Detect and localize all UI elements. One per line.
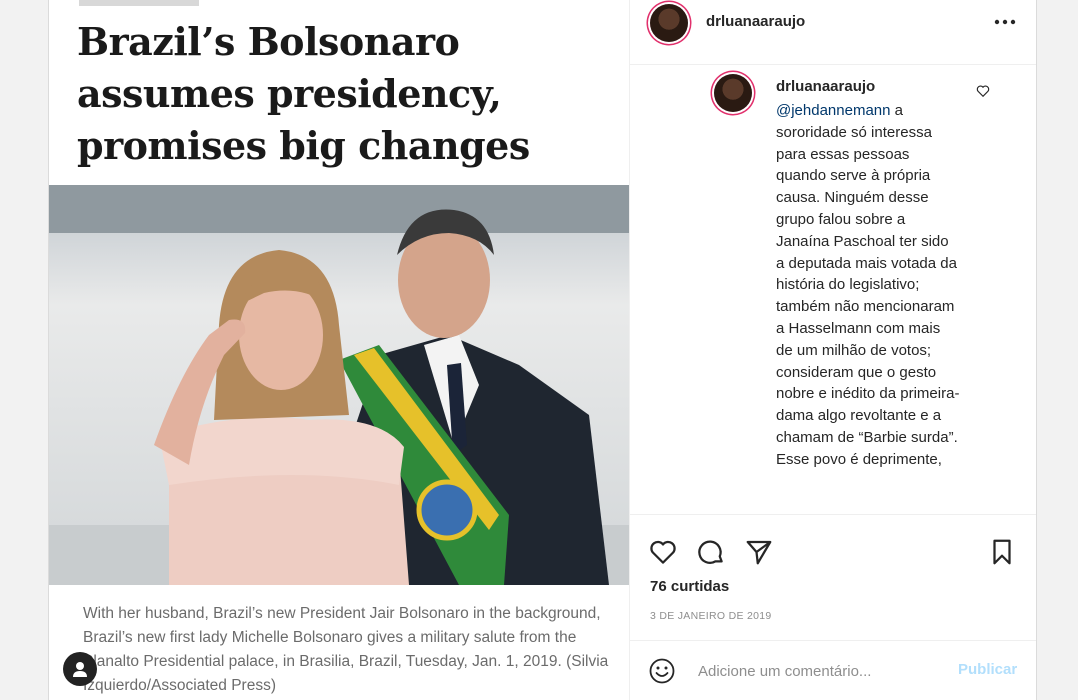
comments-list[interactable]: drluanaaraujo @jehdannemann a sororidade… xyxy=(630,66,1027,514)
more-dots-glyph xyxy=(994,19,1016,25)
post-modal: Brazil’s Bolsonaro assumes presidency, p… xyxy=(48,0,1037,700)
heart-glyph xyxy=(976,85,990,98)
photo-illustration xyxy=(49,185,629,585)
post-header: drluanaaraujo xyxy=(630,0,1036,65)
tagged-users-button[interactable] xyxy=(63,652,97,686)
comment-body-text: a sororidade só interessa para essas pes… xyxy=(776,102,960,468)
bookmark-icon[interactable] xyxy=(987,537,1017,567)
comment-mention[interactable]: @jehdannemann xyxy=(776,102,890,119)
bookmark-icon-glyph xyxy=(993,539,1011,565)
comment-avatar[interactable] xyxy=(714,74,752,112)
likes-count[interactable]: 76 curtidas xyxy=(650,578,729,595)
comment-text: @jehdannemann a sororidade só interessa … xyxy=(776,100,960,471)
article-headline: Brazil’s Bolsonaro assumes presidency, p… xyxy=(77,19,530,168)
publish-button[interactable]: Publicar xyxy=(958,661,1017,678)
article-photo xyxy=(49,185,629,585)
more-horizontal-icon[interactable] xyxy=(992,12,1018,32)
heart-outline-icon[interactable] xyxy=(976,84,990,98)
emoji-glyph xyxy=(649,658,675,684)
post-actions: 76 curtidas 3 DE JANEIRO DE 2019 xyxy=(630,514,1036,635)
avatar[interactable] xyxy=(650,4,688,42)
article-caption: With her husband, Brazil’s new President… xyxy=(83,605,609,694)
comment-input[interactable] xyxy=(698,657,938,685)
comment-icon[interactable] xyxy=(696,537,726,567)
heart-icon-glyph xyxy=(650,540,676,564)
article-top-rule xyxy=(79,0,199,6)
post-side-panel: drluanaaraujo drluanaaraujo @jehdanneman… xyxy=(629,0,1036,700)
comment-icon-glyph xyxy=(698,540,723,564)
emoji-icon[interactable] xyxy=(648,657,676,685)
share-icon-glyph xyxy=(746,540,772,565)
heart-icon[interactable] xyxy=(648,537,678,567)
comment-username[interactable]: drluanaaraujo xyxy=(776,78,875,95)
header-username[interactable]: drluanaaraujo xyxy=(706,13,805,30)
post-media[interactable]: Brazil’s Bolsonaro assumes presidency, p… xyxy=(49,0,629,700)
add-comment-bar: Publicar xyxy=(630,640,1036,700)
user-icon xyxy=(73,662,87,677)
share-icon[interactable] xyxy=(744,537,774,567)
post-date[interactable]: 3 DE JANEIRO DE 2019 xyxy=(650,610,772,622)
